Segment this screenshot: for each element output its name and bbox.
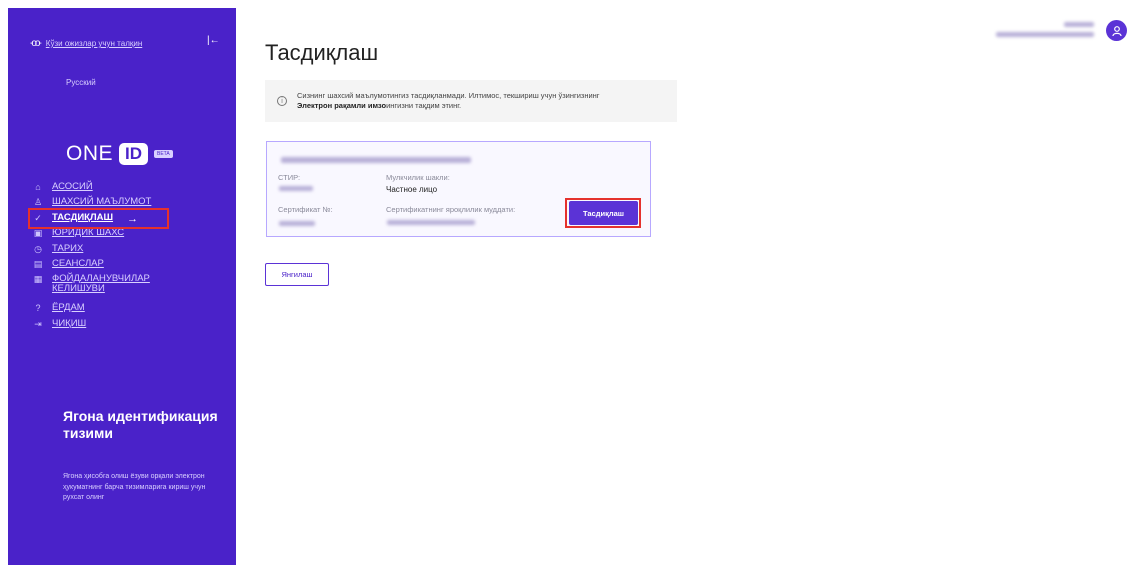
refresh-button[interactable]: Янгилаш [265,263,329,286]
certificate-number-value [279,221,315,226]
promo-title: Ягона идентификация тизими [63,408,218,441]
sidebar-item-logout[interactable]: ⇥ ЧИҚИШ [32,317,232,334]
sidebar-item-label: ШАХСИЙ МАЪЛУМОТ [52,196,152,208]
validity-label: Сертификатнинг яроқлилик муддати: [386,205,516,214]
oneid-logo[interactable]: ONE ID BETA [66,142,173,166]
sidebar-item-label: СЕАНСЛАР [52,257,104,269]
verification-alert: i Сизнинг шахсий маълумотингиз тасдиқлан… [265,80,677,122]
briefcase-icon: ▣ [33,228,43,239]
sidebar-item-label: ТАРИХ [52,242,84,254]
page-title: Тасдиқлаш [265,40,379,65]
user-name [1064,22,1094,27]
user-id [996,32,1094,37]
alert-text-suffix: ингизни тақдим этинг. [386,101,462,110]
sidebar-item-legal-entity[interactable]: ▣ ЮРИДИК ШАХС [32,228,232,243]
sidebar-item-label: ЁРДАМ [52,302,85,314]
language-switch[interactable]: Русский [66,78,96,87]
certificate-number-label: Сертификат №: [278,205,333,214]
sidebar-item-label: ФОЙДАЛАНУВЧИЛАР КЕЛИШУВИ [52,273,150,295]
active-item-highlight [28,208,169,229]
sidebar: -oo- Кўзи ожизлар учун талқин |← Русский… [8,8,236,565]
logo-id: ID [119,143,149,165]
stir-value [279,186,313,191]
promo-text: Ягона ҳисобга олиш ёзуви орқали электрон… [63,473,206,501]
person-icon: ♙ [33,197,43,208]
sessions-icon: ▤ [33,258,43,269]
sidebar-item-user-agreement[interactable]: ▦ ФОЙДАЛАНУВЧИЛАР КЕЛИШУВИ [32,274,232,303]
logout-icon: ⇥ [34,318,42,329]
glasses-icon: -oo- [30,38,42,49]
sidebar-item-label: АСОСИЙ [52,181,93,192]
logo-one: ONE [66,142,114,165]
sidebar-item-help[interactable]: ? ЁРДАМ [32,303,232,318]
low-vision-toggle[interactable]: -oo- Кўзи ожизлар учун талқин [30,38,142,49]
clock-icon: ◷ [34,243,42,254]
ownership-label: Мулкчилик шакли: [386,173,450,182]
user-avatar[interactable] [1106,20,1127,41]
alert-text: Сизнинг шахсий маълумотингиз тасдиқланма… [297,91,600,111]
alert-text-main: Сизнинг шахсий маълумотингиз тасдиқланма… [297,91,600,100]
sidebar-item-label: ЧИҚИШ [52,317,87,329]
ownership-value: Частное лицо [386,185,438,194]
sidebar-item-label: ЮРИДИК ШАХС [52,227,125,239]
user-icon [1111,25,1122,36]
help-icon: ? [35,303,41,314]
info-icon: i [277,96,287,106]
agreement-icon: ▦ [33,274,43,285]
certificate-owner-name [281,157,471,163]
low-vision-label: Кўзи ожизлар учун талқин [45,39,143,48]
stir-label: СТИР: [278,173,301,182]
beta-badge: BETA [154,150,173,158]
sidebar-item-history[interactable]: ◷ ТАРИХ [32,242,232,259]
confirm-button[interactable]: Тасдиқлаш [569,201,638,225]
sidebar-nav: ⌂ АСОСИЙ ♙ ШАХСИЙ МАЪЛУМОТ ✓ ТАСДИҚЛАШ →… [32,182,232,334]
validity-value [387,220,475,225]
collapse-sidebar-icon[interactable]: |← [207,35,220,46]
alert-text-bold: Электрон рақамли имзо [297,101,387,110]
home-icon: ⌂ [35,182,41,192]
